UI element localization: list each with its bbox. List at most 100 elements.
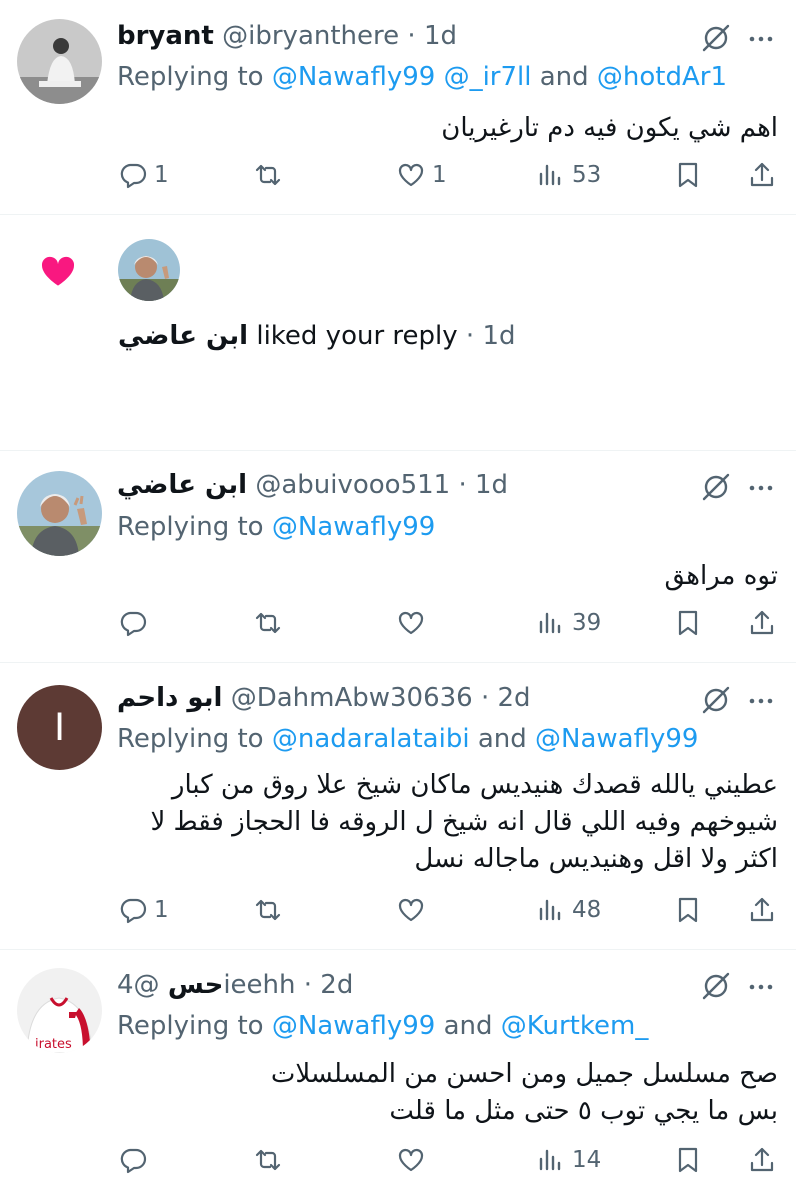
avatar[interactable]: irates [17, 968, 102, 1053]
bookmark-button[interactable] [673, 157, 703, 193]
replying-to-label: Replying to [117, 512, 264, 542]
replying-to: Replying to @nadaralataibi and @Nawafly9… [117, 722, 698, 756]
avatar[interactable] [17, 19, 102, 104]
grok-icon[interactable] [700, 684, 732, 716]
reply-count: 1 [154, 897, 169, 923]
bookmark-button[interactable] [673, 892, 703, 928]
liker-name[interactable]: ابن عاضي [118, 321, 248, 351]
views-icon [539, 612, 561, 634]
view-count: 39 [572, 610, 602, 636]
tweet-text: صح مسلسل جميل ومن احسن من المسلسلات بس م… [116, 1056, 778, 1130]
bookmark-icon [678, 897, 698, 923]
repost-button[interactable] [253, 892, 289, 928]
author-name[interactable]: ابن عاضي [117, 470, 247, 500]
separator-dot: · [458, 470, 467, 500]
timestamp: 1d [482, 321, 516, 351]
heart-icon [398, 163, 424, 187]
avatar[interactable]: I [17, 685, 102, 770]
tweet-text: اهم شي يكون فيه دم تارغيريان [441, 113, 778, 143]
reply-icon [120, 1148, 147, 1174]
repost-button[interactable] [253, 605, 289, 641]
like-count: 1 [432, 162, 447, 188]
repost-icon [255, 164, 281, 186]
mention-link[interactable]: @Nawafly99 [272, 62, 435, 92]
share-icon [750, 897, 774, 922]
like-button[interactable] [396, 892, 432, 928]
views-button[interactable]: 48 [536, 892, 601, 928]
repost-icon [255, 899, 281, 921]
grok-icon[interactable] [700, 471, 732, 503]
share-icon [750, 1147, 774, 1172]
avatar[interactable] [118, 239, 180, 301]
bookmark-button[interactable] [673, 605, 703, 641]
views-icon [539, 899, 561, 921]
views-button[interactable]: 14 [536, 1142, 601, 1178]
action-bar: 1 1 53 [0, 157, 796, 193]
repost-button[interactable] [253, 1142, 289, 1178]
grok-icon[interactable] [700, 970, 732, 1002]
grok-icon[interactable] [700, 22, 732, 54]
like-button[interactable] [396, 1142, 432, 1178]
repost-icon [255, 612, 281, 634]
mention-link[interactable]: @Nawafly99 [272, 1011, 435, 1041]
timestamp[interactable]: 2d [498, 683, 531, 713]
like-button[interactable]: 1 [396, 157, 447, 193]
author-handle[interactable]: @abuivooo511 [255, 470, 450, 500]
reply-button[interactable]: 1 [118, 157, 169, 193]
like-notification[interactable]: ابن عاضي liked your reply · 1d [0, 215, 796, 451]
author-handle[interactable]: @DahmAbw30636 [231, 683, 473, 713]
reply-button[interactable] [118, 1142, 154, 1178]
timestamp[interactable]: 1d [475, 470, 508, 500]
author-handle[interactable]: @ibryanthere [222, 21, 399, 51]
heart-filled-icon [41, 256, 75, 286]
replying-to: Replying to @Nawafly99 [117, 510, 435, 544]
avatar-letter: I [53, 705, 66, 749]
author-name[interactable]: bryant [117, 21, 214, 51]
more-dots-icon[interactable] [746, 686, 776, 716]
mention-link[interactable]: @hotdAr1 [597, 62, 727, 92]
separator-dot: · [465, 321, 475, 351]
separator-dot: · [407, 21, 416, 51]
and-label: and [477, 724, 527, 754]
bookmark-button[interactable] [673, 1142, 703, 1178]
author-name[interactable]: حس [168, 970, 224, 1000]
author-name[interactable]: ابو داحم [117, 683, 222, 713]
mention-link[interactable]: @nadaralataibi [272, 724, 470, 754]
reply-button[interactable] [118, 605, 154, 641]
reply-button[interactable]: 1 [118, 892, 169, 928]
view-count: 53 [572, 162, 602, 188]
timestamp[interactable]: 1d [424, 21, 457, 51]
views-button[interactable]: 39 [536, 605, 601, 641]
mention-link[interactable]: @Nawafly99 [535, 724, 698, 754]
heart-icon [398, 898, 424, 922]
notification-message: liked your reply [256, 321, 458, 351]
bookmark-icon [678, 162, 698, 188]
tweet[interactable]: bryant @ibryanthere · 1d Replying to @Na… [0, 0, 796, 215]
separator-dot: · [303, 970, 313, 1000]
replying-to-label: Replying to [117, 724, 264, 754]
more-dots-icon[interactable] [746, 473, 776, 503]
tweet[interactable]: irates حس @4ieehh · 2d Replying to @Nawa… [0, 950, 796, 1199]
tweet[interactable]: ابن عاضي @abuivooo511 · 1d Replying to @… [0, 451, 796, 663]
like-button[interactable] [396, 605, 432, 641]
replying-to-label: Replying to [117, 62, 264, 92]
mention-link[interactable]: @_ir7ll [444, 62, 532, 92]
views-button[interactable]: 53 [536, 157, 601, 193]
more-dots-icon[interactable] [746, 24, 776, 54]
mention-link[interactable]: @Nawafly99 [272, 512, 435, 542]
action-bar: 39 [0, 605, 796, 641]
share-button[interactable] [747, 605, 777, 641]
avatar[interactable] [17, 471, 102, 556]
mention-link[interactable]: @Kurtkem_ [501, 1011, 649, 1041]
timestamp[interactable]: 2d [320, 970, 353, 1000]
view-count: 14 [572, 1147, 602, 1173]
heart-icon [398, 1148, 424, 1172]
tweet-text: توه مراهق [664, 561, 778, 591]
more-dots-icon[interactable] [746, 972, 776, 1002]
repost-button[interactable] [253, 157, 289, 193]
share-icon [750, 610, 774, 635]
share-button[interactable] [747, 157, 777, 193]
share-button[interactable] [747, 1142, 777, 1178]
tweet[interactable]: I ابو داحم @DahmAbw30636 · 2d Replying t… [0, 663, 796, 950]
share-button[interactable] [747, 892, 777, 928]
